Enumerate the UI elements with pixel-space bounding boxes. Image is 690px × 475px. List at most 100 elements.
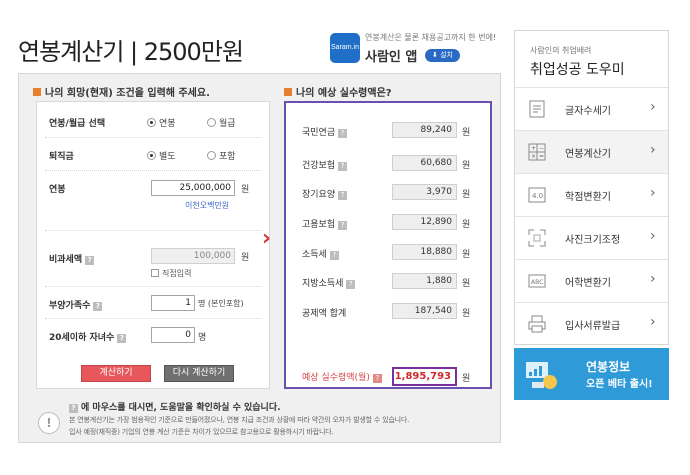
help-icon[interactable]: ?: [93, 302, 103, 311]
language-convert-icon: ABC: [528, 274, 546, 288]
chevron-right-icon: ›: [650, 314, 656, 330]
result-value: 12,890: [392, 214, 457, 230]
svg-text:ABC: ABC: [531, 279, 543, 286]
row-divider: [45, 286, 261, 287]
app-promo[interactable]: Saram.in 연봉계산은 물론 채용공고까지 한 번에! 사람인 앱 ⬇ 설…: [330, 30, 502, 66]
sidebar-item-label: 연봉계산기: [565, 149, 611, 160]
result-unit: 원: [462, 161, 471, 171]
help-icon[interactable]: ?: [346, 280, 356, 289]
annual-salary-input[interactable]: 25,000,000: [151, 180, 235, 196]
sidebar-item-label: 사진크기조정: [565, 235, 621, 246]
app-name: 사람인 앱: [365, 50, 418, 65]
children-label: 20세이하 자녀수?: [49, 330, 127, 343]
dependents-label: 부양가족수?: [49, 298, 103, 311]
help-icon[interactable]: ?: [372, 374, 382, 383]
chevron-right-icon: ›: [650, 228, 656, 244]
sidebar-item-label: 학점변환기: [565, 192, 611, 203]
help-icon[interactable]: ?: [329, 251, 339, 260]
result-label: 소득세?: [302, 247, 339, 260]
net-pay-unit: 원: [462, 374, 471, 384]
radio-on-icon: [147, 151, 156, 160]
notice-line: 입사 예정(재직중) 기업의 연봉 계산 기준은 차이가 있으므로 참고용으로 …: [69, 428, 334, 436]
sidebar-item-photo-resize[interactable]: 사진크기조정 ›: [515, 216, 668, 259]
notice-box: ! ? 에 마우스를 대시면, 도움말을 확인하실 수 있습니다. 본 연봉계산기…: [36, 400, 498, 439]
deduction-total-unit: 원: [462, 309, 471, 319]
result-value: 89,240: [392, 122, 457, 138]
sidebar-item-salary-calc[interactable]: + − × = 연봉계산기 ›: [515, 130, 668, 173]
banner-title: 연봉정보: [586, 360, 631, 374]
radio-off-icon: [207, 151, 216, 160]
chevron-right-icon: ›: [650, 142, 656, 158]
result-unit: 원: [462, 128, 471, 138]
radio-monthly[interactable]: 월급: [207, 116, 236, 129]
calculator-panel: 나의 희망(현재) 조건을 입력해 주세요. 연봉/월급 선택 연봉 월급 퇴직…: [18, 73, 501, 443]
children-input[interactable]: 0: [151, 327, 195, 343]
annual-salary-unit: 원: [241, 185, 250, 195]
sidebar-item-label: 입사서류발급: [565, 321, 621, 332]
help-icon[interactable]: ?: [85, 256, 95, 265]
result-label: 고용보험?: [302, 217, 348, 230]
help-icon[interactable]: ?: [338, 129, 348, 138]
net-pay-label: 예상 실수령액(월)?: [302, 370, 382, 383]
sidebar-item-char-count[interactable]: 글자수세기 ›: [515, 87, 668, 130]
help-icon[interactable]: ?: [338, 221, 348, 230]
notice-line: 본 연봉계산기는 가장 범용적인 기준으로 만들어졌으나, 연봉 지급 조건과 …: [69, 416, 410, 424]
sidebar-item-language-convert[interactable]: ABC 어학변환기 ›: [515, 259, 668, 302]
sidebar-item-document-issue[interactable]: 입사서류발급 ›: [515, 302, 668, 345]
arrow-right-icon: ›: [262, 226, 272, 251]
radio-annual[interactable]: 연봉: [147, 116, 176, 129]
nontaxable-input[interactable]: 100,000: [151, 248, 235, 264]
svg-text:+: +: [531, 145, 536, 152]
result-value: 1,880: [392, 273, 457, 289]
app-promo-tagline: 연봉계산은 물론 채용공고까지 한 번에!: [365, 33, 497, 42]
install-button[interactable]: ⬇ 설치: [425, 49, 460, 62]
chevron-right-icon: ›: [650, 185, 656, 201]
help-icon: ?: [69, 404, 78, 413]
result-unit: 원: [462, 220, 471, 230]
dependents-input[interactable]: 1: [151, 295, 195, 311]
help-icon[interactable]: ?: [117, 334, 127, 343]
svg-text:4.0: 4.0: [532, 192, 543, 200]
salary-chart-icon: [526, 362, 557, 389]
dependents-unit: 명 (본인포함): [198, 299, 244, 308]
radio-included[interactable]: 포함: [207, 149, 236, 162]
sidebar-item-label: 글자수세기: [565, 106, 611, 117]
children-unit: 명: [198, 333, 207, 343]
radio-on-icon: [147, 118, 156, 127]
deduction-total-label: 공제액 합계: [302, 309, 347, 319]
radio-off-icon: [207, 118, 216, 127]
row-divider: [45, 137, 261, 138]
row-divider: [45, 230, 261, 231]
help-icon[interactable]: ?: [338, 162, 348, 171]
checkbox-icon: [151, 269, 159, 277]
chevron-right-icon: ›: [650, 99, 656, 115]
result-unit: 원: [462, 190, 471, 200]
result-label: 건강보험?: [302, 158, 348, 171]
calculate-button[interactable]: 계산하기: [81, 365, 151, 382]
salary-korean-text: 이천오백만원: [185, 201, 230, 210]
nontaxable-unit: 원: [241, 253, 250, 263]
result-value: 3,970: [392, 184, 457, 200]
nontaxable-label: 비과세액?: [49, 252, 95, 265]
result-unit: 원: [462, 279, 471, 289]
helper-sidebar: 사람인의 취업배려 취업성공 도우미 글자수세기 › + − × = 연봉계산기 › …: [514, 30, 669, 345]
sidebar-title: 취업성공 도우미: [530, 62, 625, 78]
salary-info-banner[interactable]: 연봉정보 오픈 베타 출시!: [514, 348, 669, 400]
reset-button[interactable]: 다시 계산하기: [164, 365, 234, 382]
section-marker-icon: [284, 88, 292, 96]
result-label: 지방소득세?: [302, 276, 356, 289]
direct-input-checkbox[interactable]: 직접입력: [151, 268, 191, 279]
result-label: 장기요양?: [302, 187, 348, 200]
photo-resize-icon: [528, 229, 546, 247]
radio-separate[interactable]: 별도: [147, 149, 176, 162]
install-label: 설치: [440, 51, 453, 59]
result-section-title: 나의 예상 실수령액은?: [284, 84, 392, 99]
grade-convert-icon: 4.0: [528, 187, 546, 203]
result-value: 18,880: [392, 244, 457, 260]
help-icon[interactable]: ?: [338, 191, 348, 200]
sidebar-item-grade-convert[interactable]: 4.0 학점변환기 ›: [515, 173, 668, 216]
sidebar-subtitle: 사람인의 취업배려: [530, 46, 592, 55]
annual-salary-label: 연봉: [49, 185, 66, 195]
banner-subtitle: 오픈 베타 출시!: [586, 379, 653, 390]
result-value: 60,680: [392, 155, 457, 171]
